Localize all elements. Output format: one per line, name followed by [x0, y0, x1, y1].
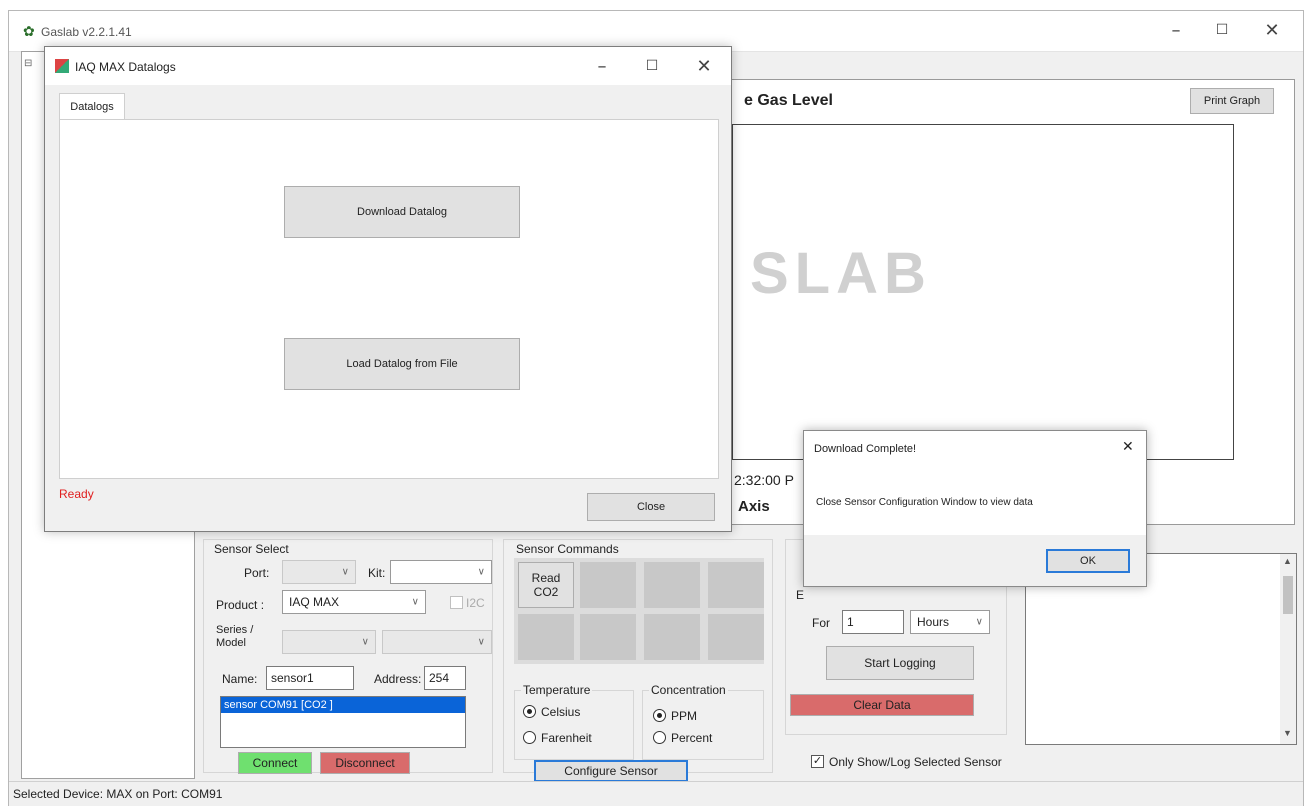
load-datalog-button[interactable]: Load Datalog from File: [284, 338, 520, 390]
datalogs-titlebar: IAQ MAX Datalogs – ☐ ✕: [45, 47, 731, 85]
status-text: Selected Device: MAX on Port: COM91: [13, 787, 223, 801]
farenheit-label: Farenheit: [541, 731, 592, 745]
minimize-button[interactable]: –: [579, 47, 625, 85]
sensor-commands-label: Sensor Commands: [516, 542, 619, 556]
main-title: Gaslab v2.2.1.41: [41, 25, 132, 39]
celsius-label: Celsius: [541, 705, 581, 719]
scrollbar[interactable]: ▲ ▼: [1280, 554, 1296, 744]
scroll-down-icon[interactable]: ▼: [1283, 728, 1292, 738]
sensor-list[interactable]: sensor COM91 [CO2 ]: [220, 696, 466, 748]
close-icon[interactable]: ✕: [1122, 439, 1134, 455]
name-label: Name:: [222, 672, 258, 686]
port-select[interactable]: ∨: [282, 560, 356, 584]
print-graph-button[interactable]: Print Graph: [1190, 88, 1274, 114]
command-tile: [518, 614, 574, 660]
command-tile: [580, 562, 636, 608]
percent-radio[interactable]: [653, 731, 666, 744]
connect-button[interactable]: Connect: [238, 752, 312, 774]
list-item[interactable]: sensor COM91 [CO2 ]: [221, 697, 465, 713]
temperature-label: Temperature: [521, 683, 593, 697]
port-label: Port:: [244, 566, 270, 580]
close-icon[interactable]: ✕: [681, 47, 727, 85]
product-select[interactable]: IAQ MAX ∨: [282, 590, 426, 614]
address-label: Address:: [374, 672, 422, 686]
datalogs-title: IAQ MAX Datalogs: [75, 60, 176, 74]
maximize-button[interactable]: ☐: [1199, 11, 1245, 49]
minimize-button[interactable]: –: [1153, 11, 1199, 49]
concentration-label: Concentration: [649, 683, 728, 697]
download-title: Download Complete!: [814, 443, 917, 455]
command-tile: [644, 614, 700, 660]
disconnect-button[interactable]: Disconnect: [320, 752, 410, 774]
i2c-label: I2C: [466, 596, 485, 610]
status-bar: Selected Device: MAX on Port: COM91: [9, 781, 1303, 806]
scroll-up-icon[interactable]: ▲: [1283, 556, 1292, 566]
celsius-radio[interactable]: [523, 705, 536, 718]
command-tile: [708, 562, 764, 608]
farenheit-radio[interactable]: [523, 731, 536, 744]
for-input[interactable]: 1: [842, 610, 904, 634]
download-message-area: Close Sensor Configuration Window to vie…: [804, 467, 1146, 535]
sensor-select-label: Sensor Select: [214, 542, 289, 556]
download-datalog-button[interactable]: Download Datalog: [284, 186, 520, 238]
ppm-label: PPM: [671, 709, 698, 723]
scrollbar-thumb[interactable]: [1283, 576, 1293, 614]
only-show-label: Only Show/Log Selected Sensor: [829, 755, 1002, 769]
tree-expand-icon[interactable]: ⊟: [24, 58, 32, 69]
download-message: Close Sensor Configuration Window to vie…: [816, 497, 1033, 508]
close-button[interactable]: ✕: [1249, 11, 1295, 49]
datalogs-dialog: IAQ MAX Datalogs – ☐ ✕ Datalogs Download…: [44, 46, 732, 532]
sensor-select-group: Sensor Select Port: ∨ Kit: ∨ Product : I…: [203, 539, 493, 774]
ok-button[interactable]: OK: [1046, 549, 1130, 573]
product-label: Product :: [216, 598, 265, 612]
name-input[interactable]: sensor1: [266, 666, 354, 690]
tab-datalogs[interactable]: Datalogs: [59, 93, 125, 119]
series-model-label: Series / Model: [216, 624, 254, 649]
command-tile: [644, 562, 700, 608]
time-label: 2:32:00 P: [734, 472, 794, 488]
graph-title: e Gas Level: [744, 92, 833, 109]
series-select[interactable]: ∨: [282, 630, 376, 654]
every-label: E: [796, 588, 805, 602]
temperature-group: Temperature Celsius Farenheit: [514, 683, 634, 760]
ppm-radio[interactable]: [653, 709, 666, 722]
x-axis-label: Axis: [738, 498, 770, 515]
percent-label: Percent: [671, 731, 713, 745]
command-tile: [580, 614, 636, 660]
kit-select[interactable]: ∨: [390, 560, 492, 584]
app-grid-icon: [55, 59, 69, 73]
maximize-button[interactable]: ☐: [629, 47, 675, 85]
address-input[interactable]: 254: [424, 666, 466, 690]
command-tile: [708, 614, 764, 660]
only-show-checkbox[interactable]: ✓: [811, 755, 824, 768]
unit-select[interactable]: Hours ∨: [910, 610, 990, 634]
i2c-checkbox[interactable]: [450, 596, 463, 609]
datalogs-tab-panel: Download Datalog Load Datalog from File: [59, 119, 719, 479]
close-button[interactable]: Close: [587, 493, 715, 521]
read-co2-button[interactable]: Read CO2: [518, 562, 574, 608]
gear-icon: ✿: [23, 23, 35, 39]
sensor-commands-group: Sensor Commands Read CO2 Temperature Cels…: [503, 539, 773, 782]
start-logging-button[interactable]: Start Logging: [826, 646, 974, 680]
status-ready: Ready: [59, 487, 94, 501]
clear-data-button[interactable]: Clear Data: [790, 694, 974, 716]
kit-label: Kit:: [368, 566, 386, 580]
download-complete-dialog: Download Complete! ✕ Close Sensor Config…: [803, 430, 1147, 587]
configure-sensor-button[interactable]: Configure Sensor: [534, 760, 688, 782]
for-label: For: [812, 616, 830, 630]
watermark: SLAB: [750, 241, 932, 306]
concentration-group: Concentration PPM Percent: [642, 683, 764, 760]
model-select[interactable]: ∨: [382, 630, 492, 654]
download-titlebar: Download Complete! ✕: [804, 431, 1146, 467]
